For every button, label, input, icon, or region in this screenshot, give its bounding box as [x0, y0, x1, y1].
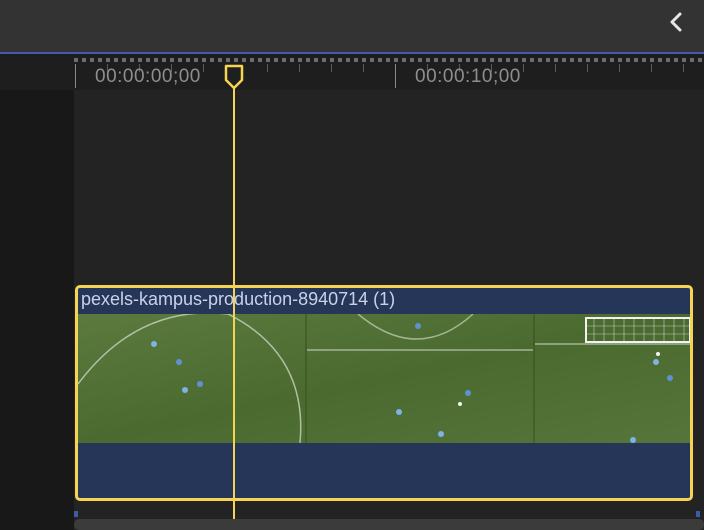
ruler-dots [74, 58, 704, 62]
chevron-left-icon[interactable] [664, 8, 688, 36]
playhead-line[interactable] [233, 78, 235, 530]
soccer-field-thumbnails [78, 312, 690, 444]
timecode-label: 00:00:00;00 [95, 66, 201, 87]
track-marker [696, 511, 700, 517]
timecode-label: 00:00:10;00 [415, 66, 521, 87]
track-marker [74, 511, 78, 517]
ruler-tick [363, 64, 364, 72]
clip-filmstrip [78, 312, 690, 444]
video-clip[interactable]: pexels-kampus-production-8940714 (1) [75, 285, 693, 501]
ruler-tick [683, 64, 684, 72]
ruler-tick [587, 64, 588, 72]
track-header-panel [0, 90, 74, 530]
ruler-tick [331, 64, 332, 72]
ruler-tick [619, 64, 620, 72]
timeline-ruler[interactable]: 00:00:00;00 00:00:10;00 [0, 54, 704, 90]
ruler-tick [523, 64, 524, 72]
ruler-tick [555, 64, 556, 72]
ruler-tick [395, 64, 396, 88]
ruler-tick [267, 64, 268, 72]
timeline-scrollbar[interactable] [74, 519, 704, 530]
ruler-tick [299, 64, 300, 72]
ruler-tick [75, 64, 76, 88]
playhead-icon[interactable] [224, 64, 244, 90]
top-toolbar [0, 0, 704, 52]
ruler-tick [203, 64, 204, 72]
clip-title: pexels-kampus-production-8940714 (1) [81, 289, 396, 309]
ruler-tick [651, 64, 652, 72]
